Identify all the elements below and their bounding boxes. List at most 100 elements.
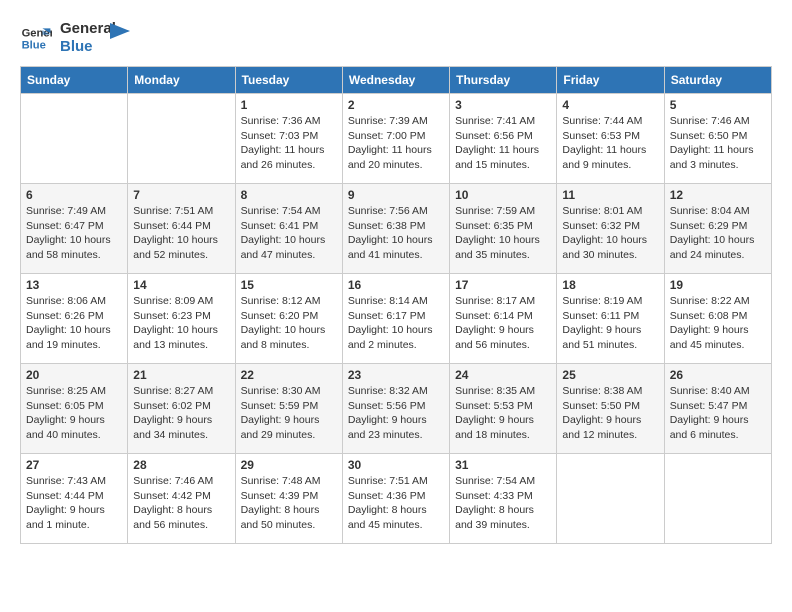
- calendar-cell: 15Sunrise: 8:12 AM Sunset: 6:20 PM Dayli…: [235, 274, 342, 364]
- day-info: Sunrise: 8:14 AM Sunset: 6:17 PM Dayligh…: [348, 294, 444, 353]
- page-header: General Blue General Blue: [20, 20, 772, 56]
- calendar-cell: 19 Sunrise: 8:22 AM Sunset: 6:08 PM Dayli…: [664, 274, 771, 364]
- calendar-table: SundayMondayTuesdayWednesdayThursdayFrid…: [20, 66, 772, 544]
- day-number: 4: [562, 98, 658, 112]
- header-sunday: Sunday: [21, 67, 128, 94]
- day-number: 6: [26, 188, 122, 202]
- calendar-cell: 23 Sunrise: 8:32 AM Sunset: 5:56 PM Dayli…: [342, 364, 449, 454]
- day-info: Sunrise: 7:41 AM Sunset: 6:56 PM Dayligh…: [455, 114, 551, 173]
- day-info: Sunrise: 7:56 AM Sunset: 6:38 PM Dayligh…: [348, 204, 444, 263]
- calendar-cell: [128, 94, 235, 184]
- day-number: 17: [455, 278, 551, 292]
- logo-icon: General Blue: [20, 22, 52, 54]
- calendar-cell: 1 Sunrise: 7:36 AM Sunset: 7:03 PM Daylig…: [235, 94, 342, 184]
- day-info: Sunrise: 8:17 AM Sunset: 6:14 PM Dayligh…: [455, 294, 551, 353]
- calendar-cell: 2 Sunrise: 7:39 AM Sunset: 7:00 PM Daylig…: [342, 94, 449, 184]
- calendar-cell: [557, 454, 664, 544]
- logo-general: General: [60, 20, 116, 38]
- day-number: 9: [348, 188, 444, 202]
- calendar-cell: 16 Sunrise: 8:14 AM Sunset: 6:17 PM Dayli…: [342, 274, 449, 364]
- day-info: Sunrise: 7:46 AM Sunset: 4:42 PM Dayligh…: [133, 474, 229, 533]
- day-info: Sunrise: 7:46 AM Sunset: 6:50 PM Dayligh…: [670, 114, 766, 173]
- logo: General Blue General Blue: [20, 20, 130, 56]
- calendar-cell: 24Sunrise: 8:35 AM Sunset: 5:53 PM Dayli…: [450, 364, 557, 454]
- calendar-cell: 21Sunrise: 8:27 AM Sunset: 6:02 PM Dayli…: [128, 364, 235, 454]
- day-info: Sunrise: 8:32 AM Sunset: 5:56 PM Dayligh…: [348, 384, 444, 443]
- day-info: Sunrise: 7:44 AM Sunset: 6:53 PM Dayligh…: [562, 114, 658, 173]
- day-number: 3: [455, 98, 551, 112]
- calendar-cell: 10 Sunrise: 7:59 AM Sunset: 6:35 PM Dayli…: [450, 184, 557, 274]
- calendar-cell: 12 Sunrise: 8:04 AM Sunset: 6:29 PM Dayli…: [664, 184, 771, 274]
- calendar-cell: 29Sunrise: 7:48 AM Sunset: 4:39 PM Dayli…: [235, 454, 342, 544]
- day-info: Sunrise: 8:01 AM Sunset: 6:32 PM Dayligh…: [562, 204, 658, 263]
- calendar-cell: [21, 94, 128, 184]
- calendar-cell: 31 Sunrise: 7:54 AM Sunset: 4:33 PM Dayli…: [450, 454, 557, 544]
- day-info: Sunrise: 8:04 AM Sunset: 6:29 PM Dayligh…: [670, 204, 766, 263]
- day-info: Sunrise: 8:30 AM Sunset: 5:59 PM Dayligh…: [241, 384, 337, 443]
- day-number: 13: [26, 278, 122, 292]
- day-info: Sunrise: 8:22 AM Sunset: 6:08 PM Dayligh…: [670, 294, 766, 353]
- day-info: Sunrise: 8:06 AM Sunset: 6:26 PM Dayligh…: [26, 294, 122, 353]
- day-info: Sunrise: 7:48 AM Sunset: 4:39 PM Dayligh…: [241, 474, 337, 533]
- calendar-cell: 9 Sunrise: 7:56 AM Sunset: 6:38 PM Daylig…: [342, 184, 449, 274]
- calendar-cell: 22 Sunrise: 8:30 AM Sunset: 5:59 PM Dayli…: [235, 364, 342, 454]
- calendar-week-row: 27Sunrise: 7:43 AM Sunset: 4:44 PM Dayli…: [21, 454, 772, 544]
- header-thursday: Thursday: [450, 67, 557, 94]
- calendar-cell: 5 Sunrise: 7:46 AM Sunset: 6:50 PM Daylig…: [664, 94, 771, 184]
- calendar-cell: 4 Sunrise: 7:44 AM Sunset: 6:53 PM Daylig…: [557, 94, 664, 184]
- day-info: Sunrise: 8:38 AM Sunset: 5:50 PM Dayligh…: [562, 384, 658, 443]
- day-number: 31: [455, 458, 551, 472]
- calendar-cell: 27Sunrise: 7:43 AM Sunset: 4:44 PM Dayli…: [21, 454, 128, 544]
- calendar-week-row: 6 Sunrise: 7:49 AM Sunset: 6:47 PM Daylig…: [21, 184, 772, 274]
- calendar-cell: 17 Sunrise: 8:17 AM Sunset: 6:14 PM Dayli…: [450, 274, 557, 364]
- calendar-week-row: 13 Sunrise: 8:06 AM Sunset: 6:26 PM Dayli…: [21, 274, 772, 364]
- day-number: 1: [241, 98, 337, 112]
- calendar-week-row: 20 Sunrise: 8:25 AM Sunset: 6:05 PM Dayli…: [21, 364, 772, 454]
- day-number: 22: [241, 368, 337, 382]
- calendar-cell: [664, 454, 771, 544]
- day-info: Sunrise: 7:51 AM Sunset: 6:44 PM Dayligh…: [133, 204, 229, 263]
- day-number: 23: [348, 368, 444, 382]
- day-number: 18: [562, 278, 658, 292]
- day-info: Sunrise: 8:25 AM Sunset: 6:05 PM Dayligh…: [26, 384, 122, 443]
- day-info: Sunrise: 7:54 AM Sunset: 6:41 PM Dayligh…: [241, 204, 337, 263]
- calendar-cell: 7 Sunrise: 7:51 AM Sunset: 6:44 PM Daylig…: [128, 184, 235, 274]
- calendar-week-row: 1 Sunrise: 7:36 AM Sunset: 7:03 PM Daylig…: [21, 94, 772, 184]
- calendar-cell: 30 Sunrise: 7:51 AM Sunset: 4:36 PM Dayli…: [342, 454, 449, 544]
- day-number: 15: [241, 278, 337, 292]
- calendar-cell: 18 Sunrise: 8:19 AM Sunset: 6:11 PM Dayli…: [557, 274, 664, 364]
- calendar-header-row: SundayMondayTuesdayWednesdayThursdayFrid…: [21, 67, 772, 94]
- day-info: Sunrise: 7:39 AM Sunset: 7:00 PM Dayligh…: [348, 114, 444, 173]
- day-info: Sunrise: 7:59 AM Sunset: 6:35 PM Dayligh…: [455, 204, 551, 263]
- day-number: 14: [133, 278, 229, 292]
- calendar-cell: 6 Sunrise: 7:49 AM Sunset: 6:47 PM Daylig…: [21, 184, 128, 274]
- day-number: 19: [670, 278, 766, 292]
- day-info: Sunrise: 7:51 AM Sunset: 4:36 PM Dayligh…: [348, 474, 444, 533]
- calendar-cell: 20 Sunrise: 8:25 AM Sunset: 6:05 PM Dayli…: [21, 364, 128, 454]
- day-number: 8: [241, 188, 337, 202]
- day-number: 10: [455, 188, 551, 202]
- day-number: 7: [133, 188, 229, 202]
- day-info: Sunrise: 7:49 AM Sunset: 6:47 PM Dayligh…: [26, 204, 122, 263]
- day-number: 20: [26, 368, 122, 382]
- logo-arrow-icon: [110, 23, 130, 43]
- day-info: Sunrise: 8:19 AM Sunset: 6:11 PM Dayligh…: [562, 294, 658, 353]
- day-number: 12: [670, 188, 766, 202]
- logo-blue: Blue: [60, 38, 116, 56]
- day-number: 5: [670, 98, 766, 112]
- day-number: 16: [348, 278, 444, 292]
- header-friday: Friday: [557, 67, 664, 94]
- calendar-cell: 28Sunrise: 7:46 AM Sunset: 4:42 PM Dayli…: [128, 454, 235, 544]
- day-info: Sunrise: 7:36 AM Sunset: 7:03 PM Dayligh…: [241, 114, 337, 173]
- day-number: 30: [348, 458, 444, 472]
- calendar-cell: 26Sunrise: 8:40 AM Sunset: 5:47 PM Dayli…: [664, 364, 771, 454]
- day-info: Sunrise: 7:43 AM Sunset: 4:44 PM Dayligh…: [26, 474, 122, 533]
- day-number: 2: [348, 98, 444, 112]
- calendar-cell: 8 Sunrise: 7:54 AM Sunset: 6:41 PM Daylig…: [235, 184, 342, 274]
- day-number: 21: [133, 368, 229, 382]
- day-info: Sunrise: 7:54 AM Sunset: 4:33 PM Dayligh…: [455, 474, 551, 533]
- header-wednesday: Wednesday: [342, 67, 449, 94]
- calendar-cell: 25Sunrise: 8:38 AM Sunset: 5:50 PM Dayli…: [557, 364, 664, 454]
- day-number: 24: [455, 368, 551, 382]
- calendar-cell: 13 Sunrise: 8:06 AM Sunset: 6:26 PM Dayli…: [21, 274, 128, 364]
